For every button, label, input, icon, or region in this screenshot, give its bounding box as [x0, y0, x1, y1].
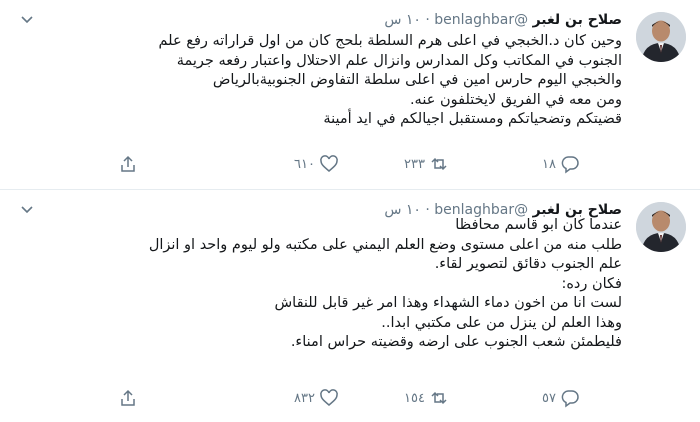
tweet-line: علم الجنوب دقائق لتصوير لقاء.	[434, 256, 622, 272]
like-icon	[320, 389, 338, 406]
like-count: ٨٣٢	[294, 390, 315, 406]
tweet-line: وهذا العلم لن ينزل من على مكتبي ابدا..	[381, 314, 622, 331]
reply-button[interactable]: ١٨	[538, 152, 580, 176]
tweet-header: صلاح بن لغبر @benlaghbar · ١٠ س	[384, 10, 622, 30]
tweet-line: عندما كان ابو قاسم محافظا	[455, 217, 622, 233]
like-button[interactable]: ٦١٠	[290, 152, 339, 176]
retweet-icon	[431, 391, 447, 405]
tweet-text: وحين كان د.الخبجي في اعلى هرم السلطة بلح…	[159, 32, 622, 130]
reply-icon	[561, 390, 579, 408]
chevron-down-icon[interactable]	[18, 10, 36, 28]
reply-count: ١٨	[542, 156, 556, 172]
tweet-line: طلب منه من اعلى مستوى وضع العلم اليمني ع…	[148, 236, 622, 253]
separator: ·	[425, 12, 430, 28]
tweet-card[interactable]: صلاح بن لغبر @benlaghbar · ١٠ س وحين كان…	[0, 0, 700, 190]
timestamp[interactable]: ١٠ س	[384, 12, 421, 28]
like-count: ٦١٠	[294, 156, 315, 172]
tweet-line: فكان رده:	[561, 275, 622, 292]
like-icon	[320, 155, 338, 172]
chevron-down-icon[interactable]	[18, 200, 36, 218]
tweet-line: قضيتكم وتضحياتكم ومستقبل اجيالكم في ايد …	[323, 111, 622, 127]
share-button[interactable]	[118, 152, 138, 176]
share-button[interactable]	[118, 386, 138, 410]
like-button[interactable]: ٨٣٢	[290, 386, 339, 410]
retweet-button[interactable]: ١٥٤	[400, 386, 449, 410]
tweet-actions: ٦١٠ ٢٣٣ ١٨	[0, 152, 700, 176]
reply-button[interactable]: ٥٧	[538, 386, 580, 410]
retweet-button[interactable]: ٢٣٣	[400, 152, 449, 176]
retweet-count: ٢٣٣	[404, 156, 425, 172]
share-icon	[121, 389, 135, 406]
tweet-line: والخبجي اليوم حارس امين في اعلى سلطة الت…	[212, 72, 622, 88]
reply-icon	[561, 156, 579, 174]
tweet-card[interactable]: صلاح بن لغبر @benlaghbar · ١٠ س عندما كا…	[0, 190, 700, 422]
tweet-line: ومن معه في الفريق لايختلفون عنه.	[409, 91, 622, 108]
tweet-line: وحين كان د.الخبجي في اعلى هرم السلطة بلح…	[158, 33, 622, 49]
tweet-line: الجنوب في المكاتب وكل المدارس وانزال علم…	[176, 52, 622, 69]
share-icon	[121, 155, 135, 172]
tweet-text: عندما كان ابو قاسم محافظا طلب منه من اعل…	[149, 216, 622, 353]
retweet-count: ١٥٤	[404, 390, 425, 406]
avatar[interactable]	[636, 202, 686, 252]
avatar[interactable]	[636, 12, 686, 62]
retweet-icon	[431, 157, 447, 171]
author-handle[interactable]: @benlaghbar	[434, 12, 528, 28]
reply-count: ٥٧	[542, 390, 556, 406]
tweet-feed: صلاح بن لغبر @benlaghbar · ١٠ س وحين كان…	[0, 0, 700, 422]
tweet-actions: ٨٣٢ ١٥٤ ٥٧	[0, 386, 700, 410]
tweet-line: لست انا من اخون دماء الشهداء وهذا امر غي…	[274, 295, 622, 311]
tweet-line: فليطمئن شعب الجنوب على ارضه وقضيته حراس …	[290, 334, 622, 350]
author-name[interactable]: صلاح بن لغبر	[533, 12, 622, 28]
